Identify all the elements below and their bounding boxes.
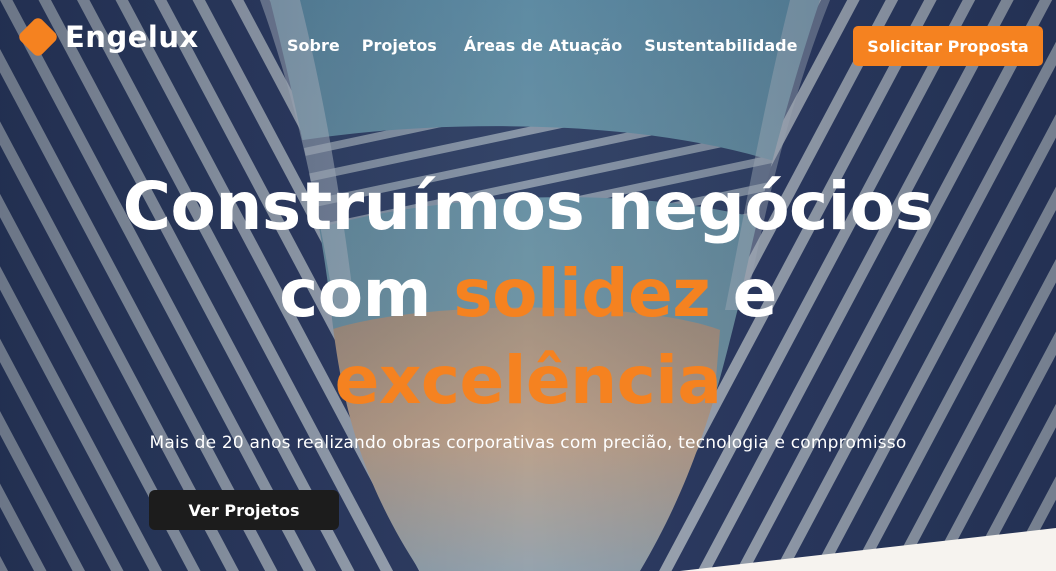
logo-diamond-icon bbox=[16, 15, 60, 59]
brand-name: Engelux bbox=[65, 20, 199, 54]
headline-accent-solidez: solidez bbox=[453, 255, 711, 332]
nav-item-sobre[interactable]: Sobre bbox=[287, 36, 340, 55]
headline-com: com bbox=[279, 255, 431, 332]
main-navigation: Sobre Projetos Áreas de Atuação Sustenta… bbox=[287, 36, 797, 55]
brand-logo[interactable]: Engelux bbox=[16, 15, 199, 59]
nav-item-sustentabilidade[interactable]: Sustentabilidade bbox=[644, 36, 797, 55]
hero-subtitle: Mais de 20 anos realizando obras corpora… bbox=[149, 433, 907, 453]
nav-item-projetos[interactable]: Projetos bbox=[362, 36, 437, 55]
nav-item-areas-de-atuacao[interactable]: Áreas de Atuação bbox=[464, 36, 622, 55]
view-projects-button[interactable]: Ver Projetos bbox=[149, 490, 339, 530]
hero-headline: Construímos negócios com solidez e excel… bbox=[0, 163, 1056, 424]
request-proposal-button[interactable]: Solicitar Proposta bbox=[853, 26, 1043, 66]
headline-line-1: Construímos negócios bbox=[122, 168, 934, 245]
headline-accent-excelencia: excelência bbox=[334, 342, 722, 419]
hero-section: Engelux Sobre Projetos Áreas de Atuação … bbox=[0, 0, 1056, 571]
headline-e: e bbox=[732, 255, 778, 332]
